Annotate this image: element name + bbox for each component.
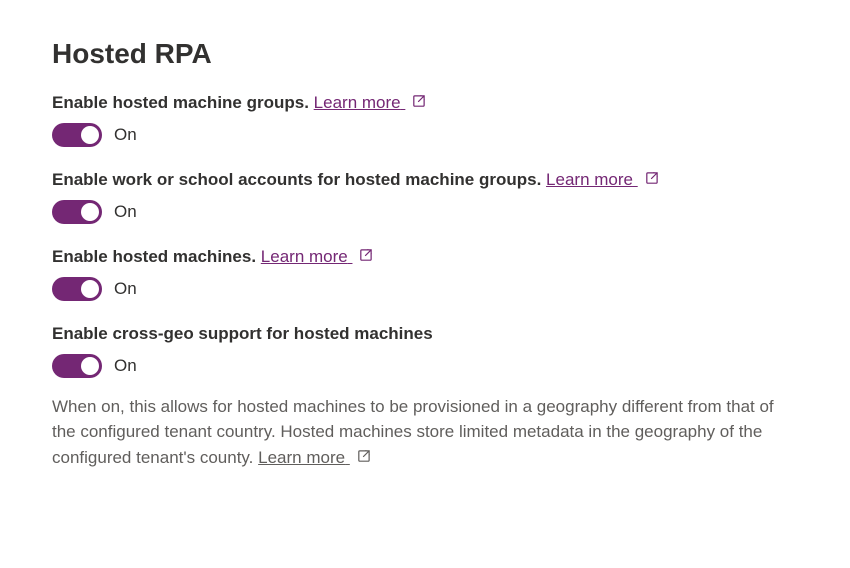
external-link-icon — [358, 248, 373, 263]
toggle-state-label: On — [114, 202, 137, 222]
setting-label: Enable cross-geo support for hosted mach… — [52, 324, 433, 343]
setting-description: When on, this allows for hosted machines… — [52, 394, 798, 471]
toggle-state-label: On — [114, 356, 137, 376]
toggle-state-label: On — [114, 125, 137, 145]
setting-label-row: Enable hosted machine groups. Learn more — [52, 92, 798, 115]
description-text: When on, this allows for hosted machines… — [52, 397, 774, 467]
toggle-knob — [81, 280, 99, 298]
learn-more-link[interactable]: Learn more — [546, 170, 638, 189]
setting-hosted-machine-groups: Enable hosted machine groups. Learn more… — [52, 92, 798, 147]
toggle-row: On — [52, 354, 798, 378]
toggle-state-label: On — [114, 279, 137, 299]
toggle-row: On — [52, 200, 798, 224]
toggle-work-school-accounts[interactable] — [52, 200, 102, 224]
toggle-knob — [81, 203, 99, 221]
setting-label: Enable hosted machines. — [52, 247, 256, 266]
learn-more-text: Learn more — [546, 170, 633, 189]
learn-more-link[interactable]: Learn more — [258, 448, 350, 467]
setting-label-row: Enable work or school accounts for hoste… — [52, 169, 798, 192]
toggle-row: On — [52, 123, 798, 147]
external-link-icon — [644, 171, 659, 186]
setting-label-row: Enable hosted machines. Learn more — [52, 246, 798, 269]
external-link-icon — [356, 449, 371, 464]
setting-cross-geo: Enable cross-geo support for hosted mach… — [52, 323, 798, 470]
learn-more-link[interactable]: Learn more — [314, 93, 406, 112]
setting-hosted-machines: Enable hosted machines. Learn more On — [52, 246, 798, 301]
learn-more-link[interactable]: Learn more — [261, 247, 353, 266]
external-link-icon — [411, 94, 426, 109]
toggle-hosted-machines[interactable] — [52, 277, 102, 301]
setting-work-school-accounts: Enable work or school accounts for hoste… — [52, 169, 798, 224]
toggle-row: On — [52, 277, 798, 301]
setting-label-row: Enable cross-geo support for hosted mach… — [52, 323, 798, 346]
section-title: Hosted RPA — [52, 38, 798, 70]
learn-more-text: Learn more — [261, 247, 348, 266]
toggle-knob — [81, 126, 99, 144]
learn-more-text: Learn more — [258, 448, 345, 467]
toggle-cross-geo[interactable] — [52, 354, 102, 378]
setting-label: Enable hosted machine groups. — [52, 93, 309, 112]
setting-label: Enable work or school accounts for hoste… — [52, 170, 541, 189]
toggle-knob — [81, 357, 99, 375]
toggle-hosted-machine-groups[interactable] — [52, 123, 102, 147]
learn-more-text: Learn more — [314, 93, 401, 112]
